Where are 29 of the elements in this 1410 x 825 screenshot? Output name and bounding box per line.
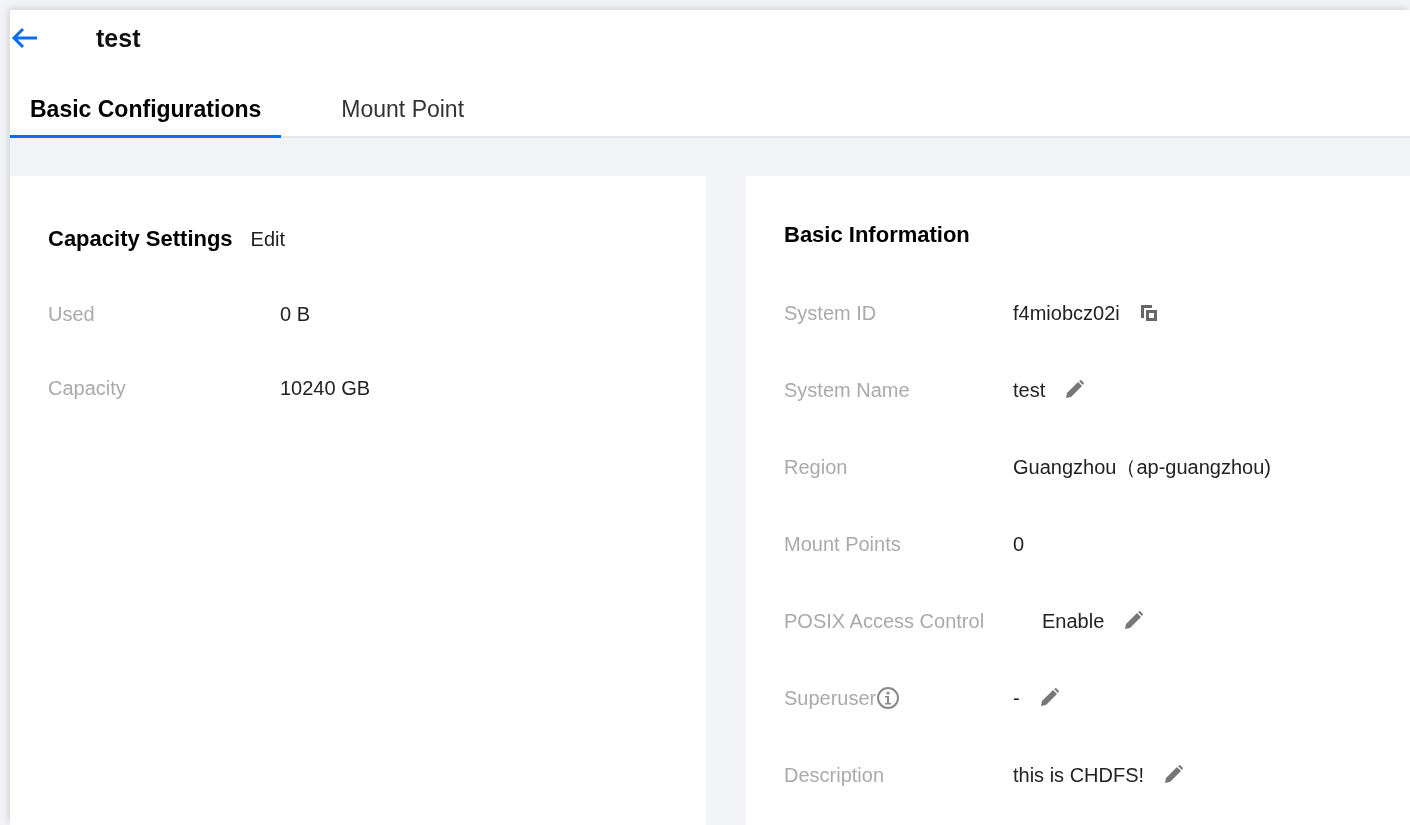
field-label: POSIX Access Control [784,609,985,633]
field-label: System ID [784,301,877,325]
field-value: f4miobcz02i [1013,301,1120,325]
field-label: Capacity [48,376,127,400]
field-value: this is CHDFS! [1013,763,1145,787]
field-value: - [1013,686,1020,710]
field-label: System Name [784,378,910,402]
edit-icon[interactable] [1063,379,1086,401]
info-icon[interactable] [876,686,901,710]
field-value: 10240 GB [280,376,371,400]
section-title: Capacity Settings [48,226,233,252]
field-label: Superuser [784,686,877,710]
field-label: Used [48,302,96,326]
field-label: Description [784,763,885,787]
tab[interactable]: Basic Configurations [10,82,282,138]
edit-link[interactable]: Edit [250,228,286,251]
field-label: Region [784,455,848,479]
edit-icon[interactable] [1122,610,1145,632]
field-label: Mount Points [784,532,901,556]
tab[interactable]: Mount Point [321,82,485,138]
field-value: Enable [1042,609,1105,633]
field-value: Guangzhou（ap-guangzhou) [1013,454,1271,480]
back-arrow-icon[interactable] [10,26,40,50]
section-title: Basic Information [784,222,970,248]
field-value: 0 B [280,302,311,326]
page-title: test [96,23,141,53]
edit-icon[interactable] [1162,764,1185,786]
field-value: 0 [1013,532,1025,556]
field-value: test [1013,378,1046,402]
